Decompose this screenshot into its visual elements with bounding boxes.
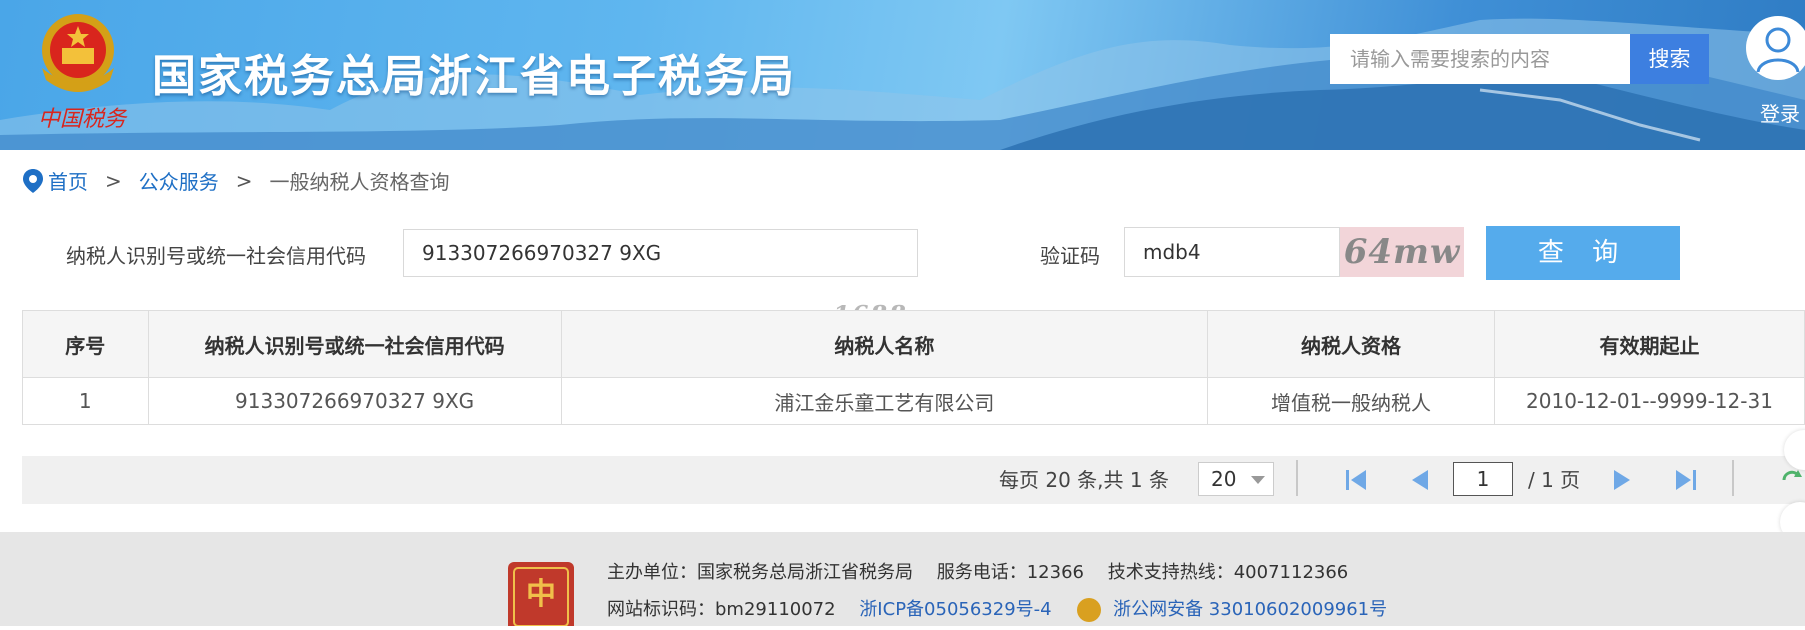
breadcrumb-home[interactable]: 首页: [48, 166, 88, 195]
captcha-label: 验证码: [1040, 244, 1100, 268]
query-button[interactable]: 查 询: [1486, 226, 1680, 280]
first-page-icon[interactable]: [1342, 468, 1370, 492]
column-header: 序号: [22, 310, 149, 378]
next-page-icon[interactable]: [1608, 468, 1636, 492]
header-banner: 中国税务 国家税务总局浙江省电子税务局 请输入需要搜索的内容 搜索 登录: [0, 0, 1805, 150]
table-cell: 913307266970327 9XG: [147, 377, 562, 425]
search-button[interactable]: 搜索: [1630, 34, 1709, 84]
prev-page-icon[interactable]: [1406, 468, 1434, 492]
tax-logo-icon: 中: [508, 562, 574, 627]
table-row: 1 913307266970327 9XG 浦江金乐童工艺有限公司 增值税一般纳…: [22, 377, 1805, 425]
table-cell: 增值税一般纳税人: [1207, 377, 1495, 425]
police-badge-icon: [1077, 598, 1102, 622]
breadcrumb: 首页 > 公众服务 > 一般纳税人资格查询: [22, 166, 450, 195]
chevron-down-icon: [1251, 476, 1265, 484]
taxpayer-id-label: 纳税人识别号或统一社会信用代码: [66, 244, 366, 268]
captcha-input[interactable]: mdb4: [1124, 227, 1340, 277]
table-header-row: 序号 纳税人识别号或统一社会信用代码 纳税人名称 纳税人资格 有效期起止: [22, 310, 1805, 378]
column-header: 有效期起止: [1493, 310, 1805, 378]
site-title: 国家税务总局浙江省电子税务局: [152, 51, 796, 102]
location-pin-icon: [23, 168, 43, 193]
login-label: 登录: [1760, 102, 1800, 126]
footer-sponsor: 主办单位：国家税务总局浙江省税务局: [607, 562, 913, 583]
search-input[interactable]: 请输入需要搜索的内容: [1330, 34, 1630, 84]
breadcrumb-public-service[interactable]: 公众服务: [139, 166, 219, 195]
divider: [1732, 460, 1734, 496]
footer-site-id: 网站标识码：bm29110072: [607, 599, 836, 620]
table-cell: 1: [22, 377, 149, 425]
column-header: 纳税人资格: [1207, 310, 1495, 378]
breadcrumb-separator: >: [105, 168, 122, 193]
footer-icp-link[interactable]: 浙ICP备05056329号-4: [859, 599, 1051, 620]
divider: [1296, 460, 1298, 496]
column-header: 纳税人识别号或统一社会信用代码: [147, 310, 562, 378]
taxpayer-id-input[interactable]: 913307266970327 9XG: [403, 229, 918, 277]
page-number-input[interactable]: 1: [1453, 462, 1513, 496]
footer-phone: 服务电话：12366: [936, 562, 1084, 583]
total-pages: / 1 页: [1528, 468, 1581, 492]
refresh-icon[interactable]: [1778, 468, 1805, 492]
captcha-image[interactable]: 64mw: [1340, 227, 1464, 277]
table-cell: 2010-12-01--9999-12-31: [1493, 377, 1805, 425]
table-cell: 浦江金乐童工艺有限公司: [560, 377, 1209, 425]
column-header: 纳税人名称: [560, 310, 1209, 378]
breadcrumb-current: 一般纳税人资格查询: [269, 170, 450, 194]
breadcrumb-separator: >: [235, 168, 253, 193]
login-button[interactable]: 登录: [1742, 12, 1805, 126]
emblem-caption: 中国税务: [38, 107, 128, 132]
footer-hotline: 技术支持热线：4007112366: [1107, 562, 1349, 583]
page-size-select[interactable]: 20: [1198, 462, 1274, 496]
pagination-bar: 每页 20 条,共 1 条 20 1 / 1 页: [22, 456, 1805, 504]
svg-text:中: 中: [526, 577, 556, 612]
pagination-summary: 每页 20 条,共 1 条: [999, 468, 1169, 492]
results-table: 序号 纳税人识别号或统一社会信用代码 纳税人名称 纳税人资格 有效期起止 1 9…: [22, 310, 1805, 425]
last-page-icon[interactable]: [1672, 468, 1700, 492]
footer: 中 主办单位：国家税务总局浙江省税务局 服务电话：12366 技术支持热线：40…: [0, 532, 1805, 627]
page-size-value: 20: [1211, 467, 1237, 491]
national-emblem-icon: 中国税务: [38, 14, 128, 132]
user-avatar-icon: [1746, 16, 1805, 80]
footer-police-link[interactable]: 浙公网安备 33010602009961号: [1113, 599, 1387, 620]
